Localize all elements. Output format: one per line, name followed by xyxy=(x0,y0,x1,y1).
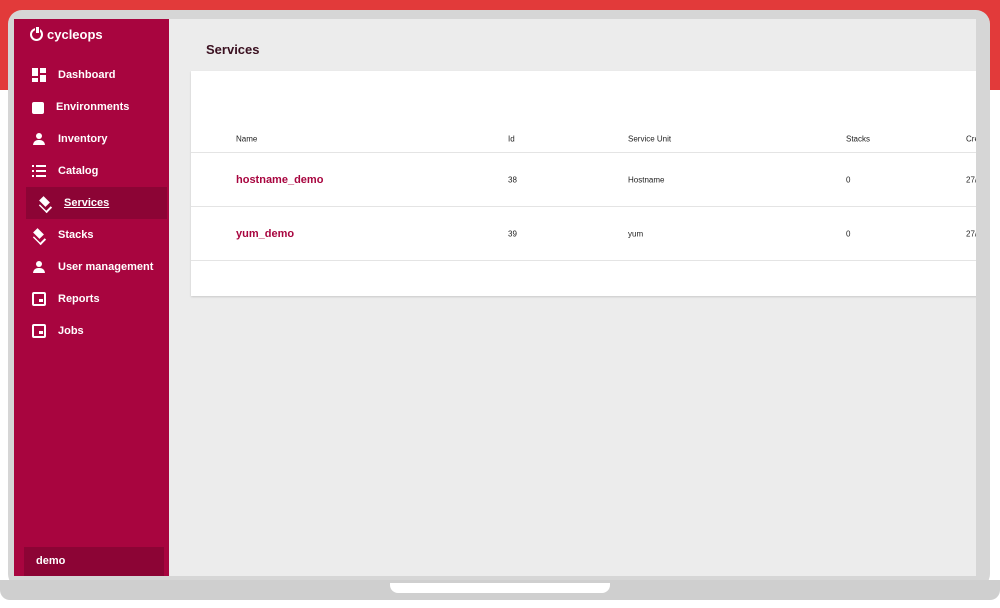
column-header-id[interactable]: Id xyxy=(508,134,515,143)
laptop-notch xyxy=(390,583,610,593)
sidebar-item-label: User management xyxy=(58,261,154,273)
user-menu[interactable]: demo xyxy=(24,547,164,576)
column-header-name[interactable]: Name xyxy=(236,134,257,143)
column-header-stacks[interactable]: Stacks xyxy=(846,134,870,143)
service-id: 38 xyxy=(508,175,517,184)
sidebar-item-reports[interactable]: Reports xyxy=(14,283,169,315)
sidebar-item-label: Stacks xyxy=(58,229,94,241)
layers-icon xyxy=(32,228,46,242)
layers-icon xyxy=(38,196,52,210)
page-title: Services xyxy=(206,42,260,57)
sidebar-item-stacks[interactable]: Stacks xyxy=(14,219,169,251)
sidebar-item-label: Jobs xyxy=(58,325,84,337)
sidebar-item-dashboard[interactable]: Dashboard xyxy=(14,59,169,91)
service-unit: Hostname xyxy=(628,175,665,184)
sidebar-item-catalog[interactable]: Catalog xyxy=(14,155,169,187)
service-name-link[interactable]: yum_demo xyxy=(236,228,294,240)
calendar-icon xyxy=(32,324,46,338)
column-header-created[interactable]: Cre xyxy=(966,134,976,143)
power-icon xyxy=(30,26,43,41)
service-stacks: 0 xyxy=(846,175,851,184)
sidebar-item-label: Inventory xyxy=(58,133,108,145)
service-stacks: 0 xyxy=(846,229,851,238)
services-card: Name Id Service Unit Stacks Cre hostname… xyxy=(191,71,976,296)
service-unit: yum xyxy=(628,229,644,238)
sidebar-item-environments[interactable]: Environments xyxy=(14,91,169,123)
list-icon xyxy=(32,164,46,178)
service-created: 27/ xyxy=(966,175,976,184)
dashboard-icon xyxy=(32,68,46,82)
sidebar-item-label: Reports xyxy=(58,293,100,305)
sidebar-nav: Dashboard Environments Inventory Catalog… xyxy=(14,59,169,347)
column-header-service-unit[interactable]: Service Unit xyxy=(628,134,671,143)
sidebar-item-label: Dashboard xyxy=(58,69,116,81)
puzzle-icon xyxy=(32,102,44,114)
sidebar-item-services[interactable]: Services xyxy=(26,187,167,219)
table-header: Name Id Service Unit Stacks Cre xyxy=(191,125,976,153)
sidebar-item-inventory[interactable]: Inventory xyxy=(14,123,169,155)
person-icon xyxy=(32,132,46,146)
sidebar-item-jobs[interactable]: Jobs xyxy=(14,315,169,347)
service-name-link[interactable]: hostname_demo xyxy=(236,174,323,186)
sidebar-item-label: Environments xyxy=(56,101,130,113)
sidebar: cycleops Dashboard Environments Inventor… xyxy=(14,19,169,576)
person-icon xyxy=(32,260,46,274)
username: demo xyxy=(36,555,66,567)
logo[interactable]: cycleops xyxy=(30,26,103,42)
table-row[interactable]: yum_demo 39 yum 0 27/ xyxy=(191,207,976,261)
app-screen: cycleops Dashboard Environments Inventor… xyxy=(14,19,976,576)
service-created: 27/ xyxy=(966,229,976,238)
sidebar-item-label: Services xyxy=(64,197,110,209)
calendar-icon xyxy=(32,292,46,306)
sidebar-item-user-management[interactable]: User management xyxy=(14,251,169,283)
sidebar-item-label: Catalog xyxy=(58,165,99,177)
service-id: 39 xyxy=(508,229,517,238)
table-row[interactable]: hostname_demo 38 Hostname 0 27/ xyxy=(191,153,976,207)
brand-name: cycleops xyxy=(47,27,103,42)
